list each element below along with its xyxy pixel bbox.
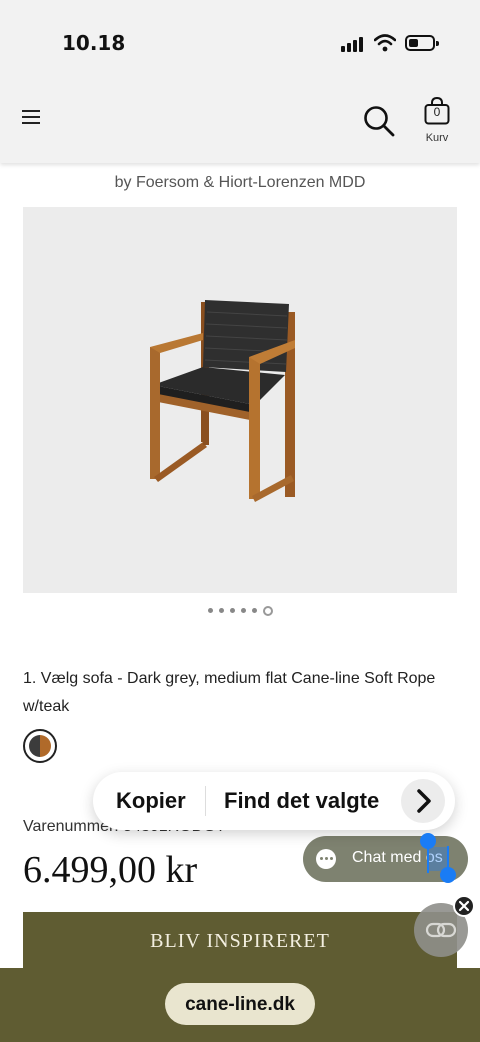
text-selection-menu: Kopier Find det valgte — [93, 772, 455, 830]
pagination-dot[interactable] — [218, 608, 224, 614]
product-designer: by Foersom & Hiort-Lorenzen MDD — [114, 174, 366, 191]
url-text: cane-line.dk — [185, 994, 295, 1015]
pagination-dot[interactable] — [207, 608, 213, 614]
cart-button[interactable]: 0 Kurv — [420, 94, 454, 148]
color-swatch-selected[interactable] — [23, 729, 57, 763]
banner-label: BLIV INSPIRERET — [150, 930, 330, 952]
chat-bubble-icon — [316, 849, 336, 869]
wifi-icon — [374, 34, 396, 52]
top-bar: 10.18 0 Kurv — [0, 0, 480, 163]
lookup-option[interactable]: Find det valgte — [224, 788, 379, 814]
pagination-dot-active[interactable] — [262, 605, 273, 616]
more-options-button[interactable] — [401, 779, 445, 823]
product-image[interactable] — [23, 207, 457, 593]
pagination-dot[interactable] — [251, 608, 257, 614]
url-bar[interactable]: cane-line.dk — [165, 983, 315, 1025]
battery-icon — [405, 35, 439, 51]
pagination-dot[interactable] — [240, 608, 246, 614]
chevron-right-icon — [417, 789, 431, 813]
pagination-dot[interactable] — [229, 608, 235, 614]
menu-divider — [205, 786, 206, 816]
hamburger-menu-icon[interactable] — [22, 108, 44, 126]
browser-bar: cane-line.dk — [0, 968, 480, 1042]
product-price: 6.499,00 kr — [23, 849, 198, 891]
cart-label: Kurv — [425, 132, 449, 144]
image-pagination[interactable] — [0, 602, 480, 616]
inspiration-banner[interactable]: BLIV INSPIRERET — [23, 912, 457, 972]
selection-end-handle[interactable] — [440, 867, 456, 883]
copy-option[interactable]: Kopier — [116, 788, 186, 814]
close-icon[interactable] — [453, 895, 475, 917]
chair-image — [150, 300, 295, 502]
cart-count: 0 — [433, 105, 441, 119]
status-time: 10.18 — [62, 31, 126, 55]
selection-start-bar — [427, 847, 429, 873]
variant-description: 1. Vælg sofa - Dark grey, medium flat Ca… — [23, 670, 436, 715]
cellular-signal-icon — [341, 36, 365, 52]
search-icon[interactable] — [362, 104, 396, 138]
